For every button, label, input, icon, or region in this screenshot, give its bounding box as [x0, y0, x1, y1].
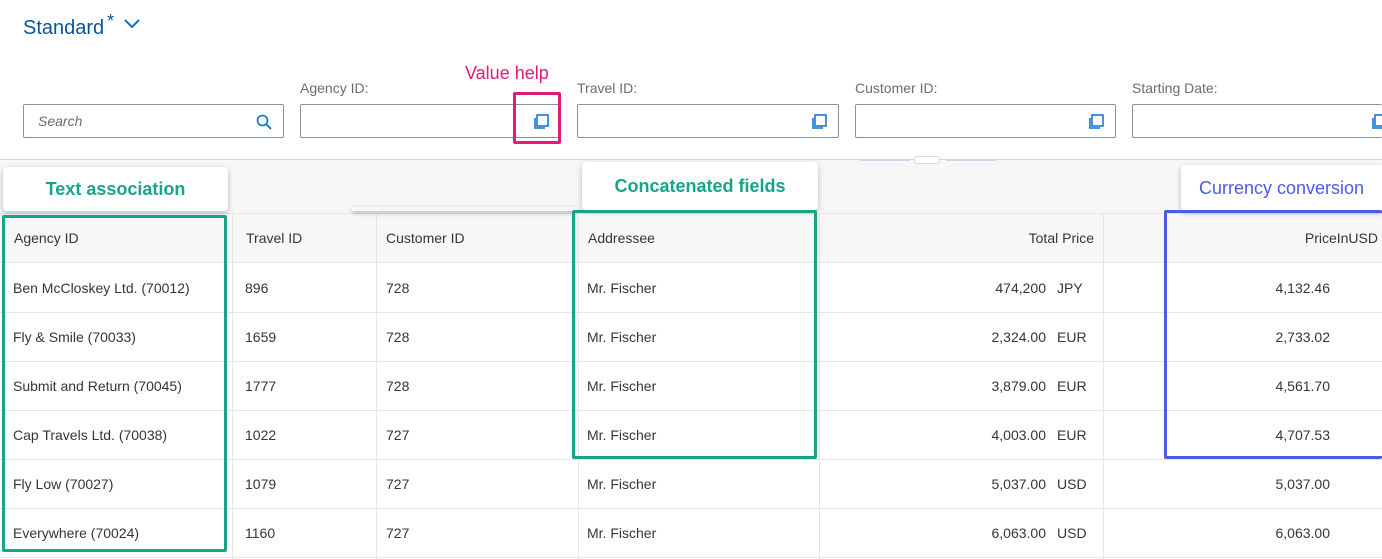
starting-date-label: Starting Date:: [1132, 80, 1218, 96]
cell-travel-id: 1022: [245, 427, 277, 443]
cell-addressee: Mr. Fischer: [587, 525, 657, 541]
cell-price-in-usd: 6,063.00: [1275, 525, 1331, 541]
cell-currency: EUR: [1057, 427, 1087, 443]
cell-total-price: 6,063.00: [991, 525, 1047, 541]
customer-id-label: Customer ID:: [855, 80, 938, 96]
filter-bar-divider: [0, 159, 1382, 160]
column-header-travel-id[interactable]: Travel ID: [246, 213, 302, 263]
cell-currency: JPY: [1057, 280, 1083, 296]
cell-currency: USD: [1057, 476, 1087, 492]
customer-id-field[interactable]: [855, 104, 1116, 138]
column-header-customer-id[interactable]: Customer ID: [386, 213, 465, 263]
collapse-line-left: [860, 159, 910, 161]
search-input[interactable]: [36, 112, 255, 130]
value-help-icon[interactable]: [1370, 113, 1382, 131]
travel-id-label: Travel ID:: [577, 80, 638, 96]
variant-selector[interactable]: Standard *: [23, 11, 141, 42]
search-field[interactable]: [23, 104, 284, 138]
annotation-text-association: Text association: [3, 167, 228, 211]
cell-total-price: 3,879.00: [991, 378, 1047, 394]
annotation-value-help: Value help: [465, 63, 549, 83]
text-association-highlight: [2, 215, 227, 552]
variant-modified-indicator: *: [107, 11, 115, 31]
cell-currency: EUR: [1057, 378, 1087, 394]
cell-customer-id: 727: [386, 476, 410, 492]
cell-travel-id: 1777: [245, 378, 277, 394]
annotation-currency-conversion: Currency conversion: [1181, 165, 1382, 211]
concatenated-fields-highlight: [572, 210, 817, 459]
cell-addressee: Mr. Fischer: [587, 476, 657, 492]
cell-customer-id: 727: [386, 525, 410, 541]
collapse-line-right: [946, 159, 996, 161]
filter-bar-collapse-handle[interactable]: [914, 156, 940, 164]
cell-travel-id: 1659: [245, 329, 277, 345]
cell-customer-id: 728: [386, 378, 410, 394]
cell-currency: EUR: [1057, 329, 1087, 345]
variant-title: Standard: [23, 17, 105, 39]
currency-conversion-highlight: [1164, 210, 1382, 459]
cell-currency: USD: [1057, 525, 1087, 541]
chevron-down-icon[interactable]: [123, 18, 141, 30]
search-icon[interactable]: [255, 113, 273, 131]
cell-total-price: 2,324.00: [991, 329, 1047, 345]
cell-total-price: 474,200: [995, 280, 1046, 296]
value-help-icon[interactable]: [1087, 113, 1105, 131]
cell-travel-id: 1160: [245, 525, 276, 541]
agency-id-label: Agency ID:: [300, 80, 369, 96]
annotation-concatenated-fields: Concatenated fields: [582, 162, 818, 210]
cell-customer-id: 728: [386, 280, 410, 296]
cell-price-in-usd: 5,037.00: [1275, 476, 1331, 492]
value-help-highlight: [513, 92, 561, 144]
cell-total-price: 4,003.00: [991, 427, 1047, 443]
cell-total-price: 5,037.00: [991, 476, 1047, 492]
value-help-icon[interactable]: [810, 113, 828, 131]
callout-shadow: [352, 207, 577, 211]
cell-travel-id: 1079: [245, 476, 277, 492]
travel-id-field[interactable]: [577, 104, 839, 138]
cell-customer-id: 727: [386, 427, 410, 443]
column-header-total-price[interactable]: Total Price: [920, 213, 1094, 263]
cell-customer-id: 728: [386, 329, 410, 345]
starting-date-field[interactable]: [1132, 104, 1382, 138]
cell-travel-id: 896: [245, 280, 269, 296]
